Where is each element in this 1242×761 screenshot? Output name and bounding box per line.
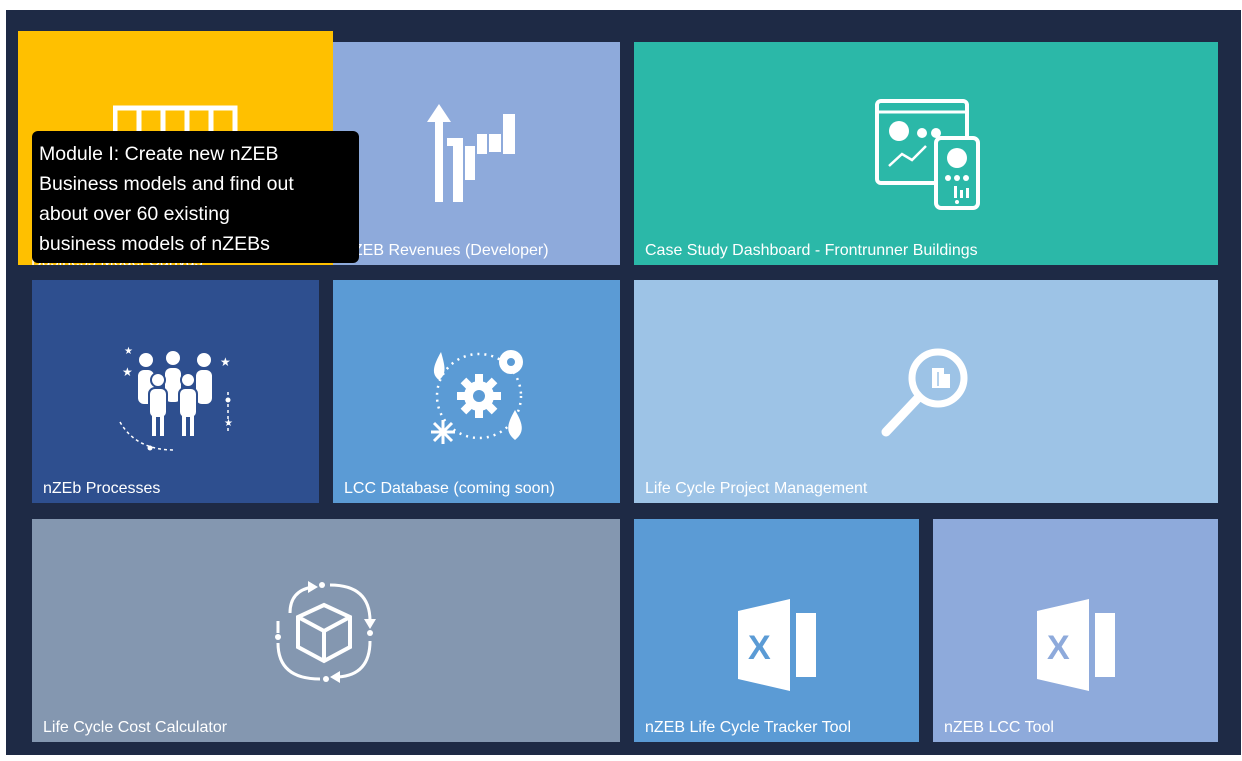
tile-life-cycle-cost-calculator[interactable]: Life Cycle Cost Calculator — [32, 519, 620, 742]
tooltip-line: about over 60 existing — [39, 203, 230, 225]
tile-label: Life Cycle Project Management — [645, 480, 868, 497]
tile-label: nZEB Life Cycle Tracker Tool — [645, 719, 852, 736]
excel-icon: X — [738, 599, 818, 691]
svg-text:X: X — [748, 629, 771, 667]
revenue-chart-icon — [427, 104, 527, 204]
energy-cycle-icon — [427, 344, 531, 448]
tooltip-line: Business models and find out — [39, 173, 294, 195]
cube-cycle-icon — [270, 577, 380, 687]
tooltip-line: Module I: Create new nZEB — [39, 143, 279, 165]
magnifier-building-icon — [880, 346, 972, 438]
tile-label: Case Study Dashboard - Frontrunner Build… — [645, 242, 978, 259]
tile-nzeb-processes[interactable]: ★ ★ ★ ★ nZEb Processes — [32, 280, 319, 503]
tile-label: nZEb Processes — [43, 480, 161, 497]
excel-icon: X — [1037, 599, 1117, 691]
tile-case-study-dashboard[interactable]: Case Study Dashboard - Frontrunner Build… — [634, 42, 1218, 265]
tooltip-line: business models of nZEBs — [39, 233, 270, 255]
tile-nzeb-life-cycle-tracker-tool[interactable]: X nZEB Life Cycle Tracker Tool — [634, 519, 919, 742]
svg-text:★: ★ — [220, 355, 231, 369]
tile-label: nZEB LCC Tool — [944, 719, 1054, 736]
svg-text:★: ★ — [124, 346, 133, 357]
dashboard-devices-icon — [874, 98, 984, 210]
tile-label: nZEB Revenues (Developer) — [344, 242, 549, 259]
tooltip: Module I: Create new nZEB Business model… — [32, 131, 359, 263]
svg-text:X: X — [1047, 629, 1070, 667]
tile-life-cycle-project-management[interactable]: Life Cycle Project Management — [634, 280, 1218, 503]
people-group-icon: ★ ★ ★ ★ — [116, 342, 236, 452]
tile-lcc-database[interactable]: LCC Database (coming soon) — [333, 280, 620, 503]
tile-label: Life Cycle Cost Calculator — [43, 719, 228, 736]
tile-label: LCC Database (coming soon) — [344, 480, 555, 497]
tile-nzeb-revenues[interactable]: nZEB Revenues (Developer) — [333, 42, 620, 265]
tile-nzeb-lcc-tool[interactable]: X nZEB LCC Tool — [933, 519, 1218, 742]
svg-text:★: ★ — [122, 365, 133, 379]
